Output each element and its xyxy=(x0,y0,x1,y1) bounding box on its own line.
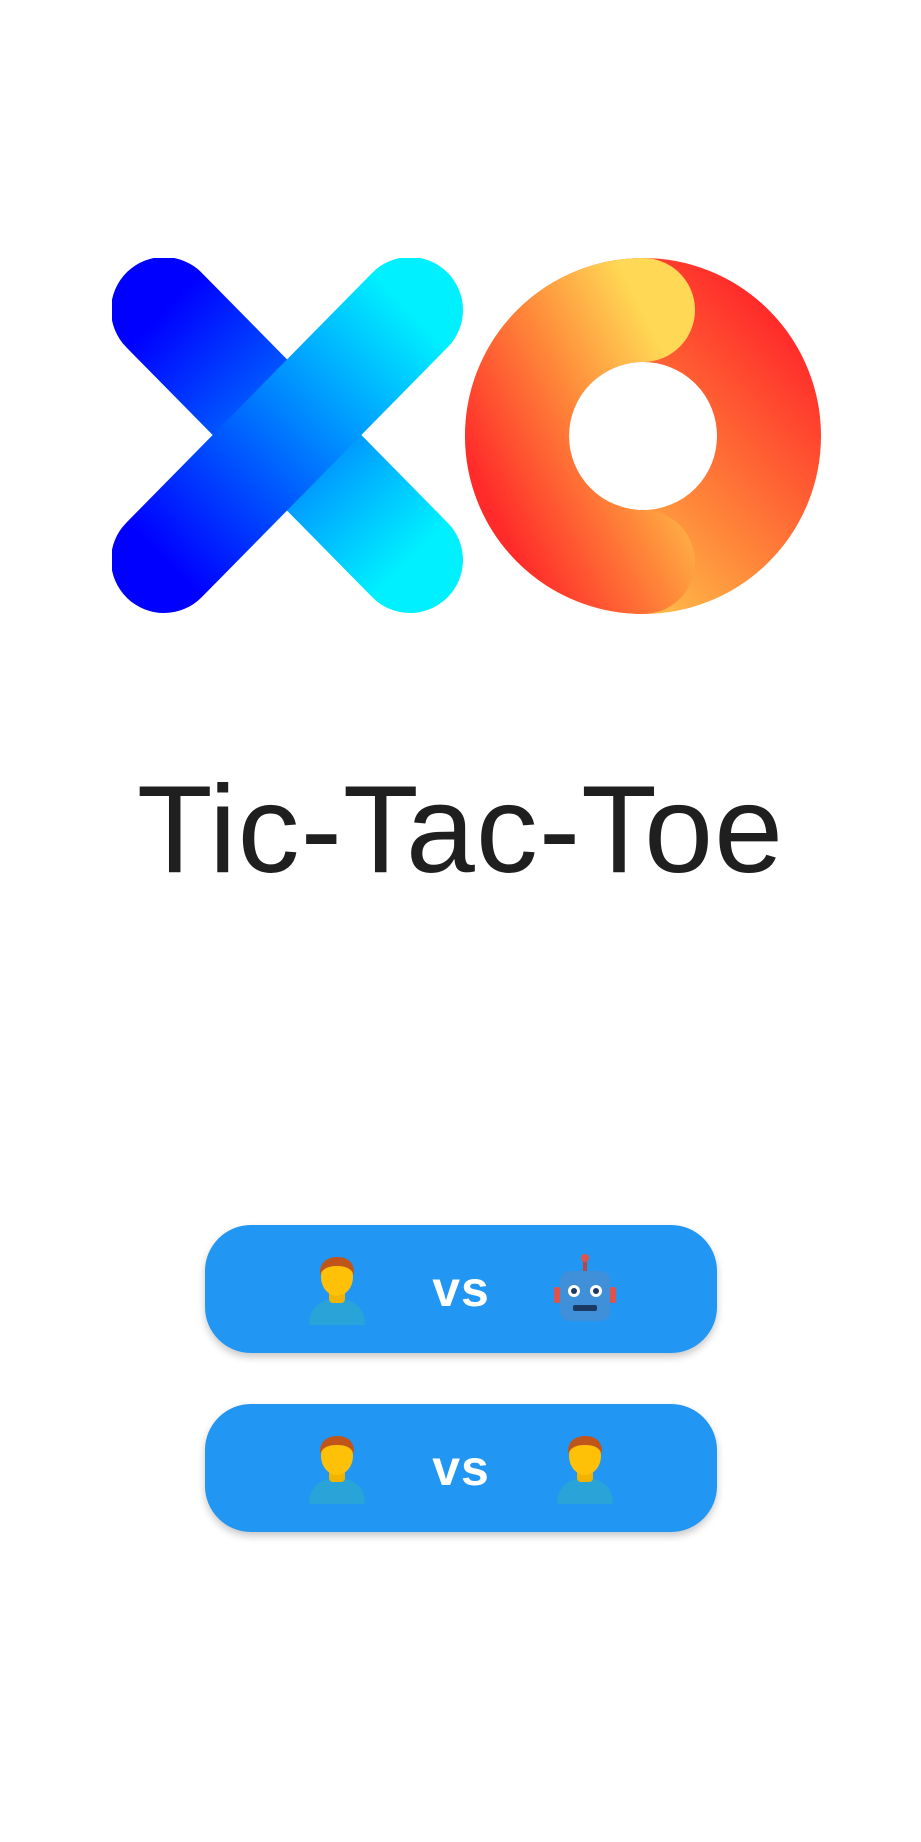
vs-label: vs xyxy=(432,1261,490,1317)
person-icon xyxy=(275,1227,399,1351)
person-vs-person-button[interactable]: vs xyxy=(205,1404,717,1532)
vs-label: vs xyxy=(432,1440,490,1496)
app-title: Tic-Tac-Toe xyxy=(136,761,785,899)
person-icon xyxy=(523,1406,647,1530)
x-mark-icon xyxy=(112,258,463,613)
person-vs-robot-button[interactable]: vs xyxy=(205,1225,717,1353)
robot-icon xyxy=(523,1227,647,1351)
person-icon xyxy=(275,1406,399,1530)
o-ring-icon xyxy=(465,258,821,614)
app-logo xyxy=(112,258,821,614)
